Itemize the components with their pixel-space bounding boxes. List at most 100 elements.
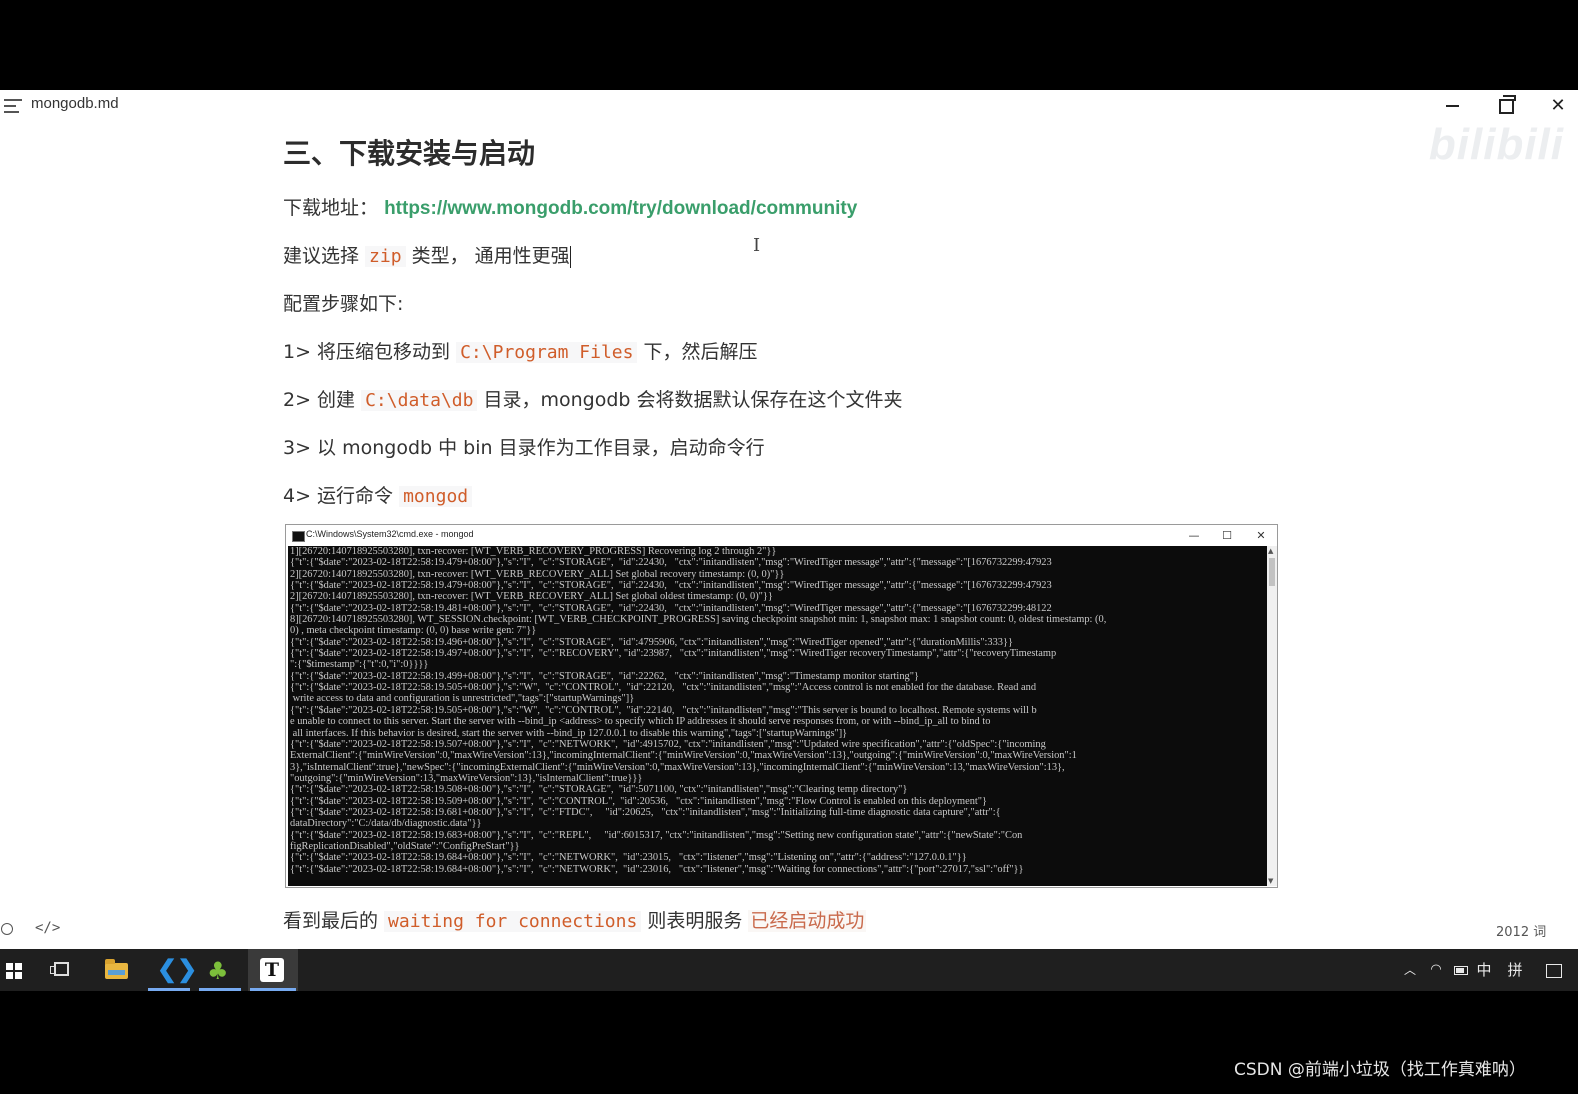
scroll-down-icon: ▼ [1268,877,1274,885]
ibeam-cursor-icon: I [753,235,761,256]
cmd-output-line: {"t":{"$date":"2023-02-18T22:58:19.496+0… [290,636,1013,648]
cmd-output-line: ":{"$timestamp":{"t":0,"i":0}}}} [290,659,429,671]
windows-logo-icon [6,963,22,979]
cmd-output-line: "outgoing":{"minWireVersion":13,"maxWire… [290,772,643,784]
section-heading: 三、下载安装与启动 [283,137,536,170]
battery-icon [1454,966,1468,975]
step-3: 3> 以 mongodb 中 bin 目录作为工作目录，启动命令行 [283,437,765,459]
cmd-output-line: {"t":{"$date":"2023-02-18T22:58:19.479+0… [290,580,1052,592]
clover-app-button[interactable]: ♣ [197,949,243,991]
cmd-output-line: {"t":{"$date":"2023-02-18T22:58:19.481+0… [290,602,1052,614]
cmd-output-line: figReplicationDisabled","oldState":"Conf… [290,840,520,852]
vscode-icon: ❮❯ [157,956,198,983]
suggest-paragraph: 建议选择 zip 类型， 通用性更强 [283,241,571,268]
bilibili-watermark: bilibili [1428,120,1564,169]
scroll-thumb [1269,558,1275,586]
suggest-text-end: 类型， 通用性更强 [405,245,570,267]
cmd-output-line: 3},"isInternalClient":true},"newSpec":{"… [290,761,1065,773]
download-label: 下载地址： [283,197,379,219]
cmd-output-line: {"t":{"$date":"2023-02-18T22:58:19.684+0… [290,852,967,864]
final-text: 看到最后的 [283,910,385,932]
word-count[interactable]: 2012 词 [1496,921,1546,940]
cmd-output-line: 2][26720:140718925503280], txn-recover: … [290,568,785,580]
tray-expand-icon[interactable]: ︿ [1400,949,1420,991]
ime-language[interactable]: 中 [1474,949,1494,991]
clover-icon: ♣ [207,957,229,985]
cmd-output-line: {"t":{"$date":"2023-02-18T22:58:19.497+0… [290,648,1057,660]
inline-code-program-files: C:\Program Files [456,342,638,363]
restore-icon [1498,94,1516,114]
cmd-output-line: 0) , meta checkpoint timestamp: (0, 0) b… [290,625,537,637]
cmd-minimize-icon: — [1188,529,1200,542]
ime-mode[interactable]: 拼 [1504,949,1526,991]
cmd-title: C:\Windows\System32\cmd.exe - mongod [306,529,474,539]
inline-code-data-db: C:\data\db [361,390,478,411]
step-2: 2> 创建 C:\data\db 目录，mongodb 会将数据默认保存在这个文… [283,385,903,412]
restore-button[interactable] [1486,92,1526,120]
scroll-up-icon: ▲ [1268,547,1274,555]
cmd-output-line: 2][26720:140718925503280], txn-recover: … [290,591,773,603]
typora-button[interactable]: T [248,949,298,991]
minimize-button[interactable] [1432,92,1472,120]
inline-code-waiting: waiting for connections [384,911,642,932]
download-paragraph: 下载地址： https://www.mongodb.com/try/downlo… [283,193,857,220]
hamburger-menu-icon[interactable] [4,99,22,113]
cmd-maximize-icon: ☐ [1222,529,1232,542]
step-1-text: 1> 将压缩包移动到 [283,341,457,363]
download-link[interactable]: https://www.mongodb.com/try/download/com… [384,198,857,219]
close-button[interactable]: ✕ [1538,92,1578,120]
cmd-close-icon: ✕ [1256,529,1266,542]
cmd-screenshot-image: C:\Windows\System32\cmd.exe - mongod — ☐… [285,524,1278,888]
notification-tray[interactable] [1542,949,1566,991]
inline-code-zip: zip [365,246,406,267]
task-view-button[interactable] [40,949,86,991]
cmd-output-line: {"t":{"$date":"2023-02-18T22:58:19.479+0… [290,557,1052,569]
cmd-output-line: {"t":{"$date":"2023-02-18T22:58:19.505+0… [290,682,1037,694]
title-bar: mongodb.md ✕ [0,90,1578,120]
inline-code-mongod: mongod [399,486,473,507]
battery-tray[interactable] [1452,949,1470,991]
cmd-output-line: all interfaces. If this behavior is desi… [290,727,848,739]
outline-toggle-icon[interactable] [1,923,13,935]
suggest-text: 建议选择 [283,245,366,267]
vscode-button[interactable]: ❮❯ [146,949,197,991]
cmd-output-line: e unable to connect to this server. Star… [290,716,991,728]
cmd-output-line: ExternalClient":{"minWireVersion":0,"max… [290,750,1077,762]
cmd-output-line: {"t":{"$date":"2023-02-18T22:58:19.509+0… [290,795,988,807]
notification-icon [1546,963,1562,978]
cmd-output-line: write access to data and configuration i… [290,693,635,705]
final-paragraph: 看到最后的 waiting for connections 则表明服务 已经启动… [283,906,867,933]
cmd-output-line: 8][26720:140718925503280], WT_SESSION.ch… [290,614,1107,626]
step-4-text: 4> 运行命令 [283,485,400,507]
step-4: 4> 运行命令 mongod [283,481,473,508]
file-explorer-button[interactable] [93,949,139,991]
typora-icon: T [260,958,284,982]
windows-taskbar: ❮❯ ♣ T ︿ ◠ 中 拼 [0,949,1578,991]
cmd-output-line: {"t":{"$date":"2023-02-18T22:58:19.505+0… [290,704,1037,716]
cmd-output-line: 1][26720:140718925503280], txn-recover: … [290,546,777,557]
text-caret [569,245,571,268]
step-2-text: 2> 创建 [283,389,362,411]
minimize-icon [1445,105,1459,107]
source-mode-toggle[interactable]: </> [35,920,60,936]
typora-window: mongodb.md ✕ bilibili 三、下载安装与启动 下载地址： ht… [0,90,1578,949]
cmd-scrollbar: ▲ ▼ [1267,546,1277,886]
cmd-output: 1][26720:140718925503280], txn-recover: … [288,546,1267,886]
final-text-mid: 则表明服务 [641,910,749,932]
step-1: 1> 将压缩包移动到 C:\Program Files 下，然后解压 [283,337,758,364]
cmd-output-line: {"t":{"$date":"2023-02-18T22:58:19.681+0… [290,806,1001,818]
window-title: mongodb.md [31,95,119,112]
highlighted-text: 已经启动成功 [748,910,867,932]
cmd-output-line: {"t":{"$date":"2023-02-18T22:58:19.684+0… [290,863,1024,875]
steps-title: 配置步骤如下: [283,293,404,315]
step-2-text-end: 目录，mongodb 会将数据默认保存在这个文件夹 [477,389,903,411]
cmd-title-bar: C:\Windows\System32\cmd.exe - mongod — ☐… [286,525,1277,546]
cmd-output-line: {"t":{"$date":"2023-02-18T22:58:19.507+0… [290,738,1046,750]
cmd-icon [292,531,305,542]
folder-icon [105,959,128,979]
cmd-output-line: {"t":{"$date":"2023-02-18T22:58:19.683+0… [290,829,1023,841]
csdn-watermark: CSDN @前端小垃圾（找工作真难呐） [1234,1060,1526,1080]
network-icon[interactable]: ◠ [1426,949,1446,991]
cmd-output-line: {"t":{"$date":"2023-02-18T22:58:19.508+0… [290,784,908,796]
cmd-output-line: {"t":{"$date":"2023-02-18T22:58:19.499+0… [290,670,919,682]
